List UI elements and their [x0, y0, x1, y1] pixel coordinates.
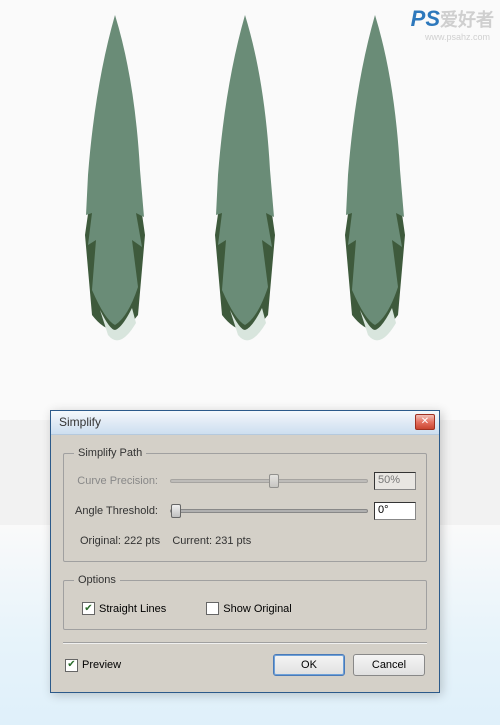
dialog-titlebar[interactable]: Simplify ✕ [51, 411, 439, 435]
curve-precision-label: Curve Precision: [74, 475, 164, 487]
angle-threshold-row: Angle Threshold: 0° [74, 501, 416, 521]
show-original-label: Show Original [223, 603, 291, 615]
options-legend: Options [74, 574, 120, 586]
cancel-button[interactable]: Cancel [353, 654, 425, 676]
curve-precision-slider [170, 479, 368, 483]
simplify-path-legend: Simplify Path [74, 447, 146, 459]
dialog-body: Simplify Path Curve Precision: 50% Angle… [51, 435, 439, 692]
artboard: PS爱好者 www.psahz.com [0, 0, 500, 420]
curve-precision-row: Curve Precision: 50% [74, 471, 416, 491]
preview-checkbox[interactable]: ✔ Preview [65, 659, 121, 672]
angle-threshold-label: Angle Threshold: [74, 505, 164, 517]
ok-button[interactable]: OK [273, 654, 345, 676]
checkbox-icon: ✔ [65, 659, 78, 672]
feather-shape-2 [180, 5, 310, 385]
straight-lines-label: Straight Lines [99, 603, 166, 615]
feather-shape-1 [50, 5, 180, 385]
close-button[interactable]: ✕ [415, 414, 435, 430]
divider [63, 642, 427, 644]
slider-thumb-icon[interactable] [171, 504, 181, 518]
straight-lines-checkbox[interactable]: ✔ Straight Lines [82, 602, 166, 615]
point-stats: Original: 222 pts Current: 231 pts [74, 535, 251, 547]
checkbox-icon [206, 602, 219, 615]
angle-threshold-slider[interactable] [170, 509, 368, 513]
slider-thumb-icon [269, 474, 279, 488]
simplify-dialog: Simplify ✕ Simplify Path Curve Precision… [50, 410, 440, 693]
preview-label: Preview [82, 659, 121, 671]
show-original-checkbox[interactable]: Show Original [206, 602, 291, 615]
dialog-footer: ✔ Preview OK Cancel [63, 650, 427, 680]
curve-precision-value: 50% [374, 472, 416, 490]
checkbox-icon: ✔ [82, 602, 95, 615]
simplify-path-group: Simplify Path Curve Precision: 50% Angle… [63, 447, 427, 562]
dialog-title: Simplify [59, 415, 101, 429]
options-group: Options ✔ Straight Lines Show Original [63, 574, 427, 630]
angle-threshold-value[interactable]: 0° [374, 502, 416, 520]
feather-shape-3 [310, 5, 440, 385]
